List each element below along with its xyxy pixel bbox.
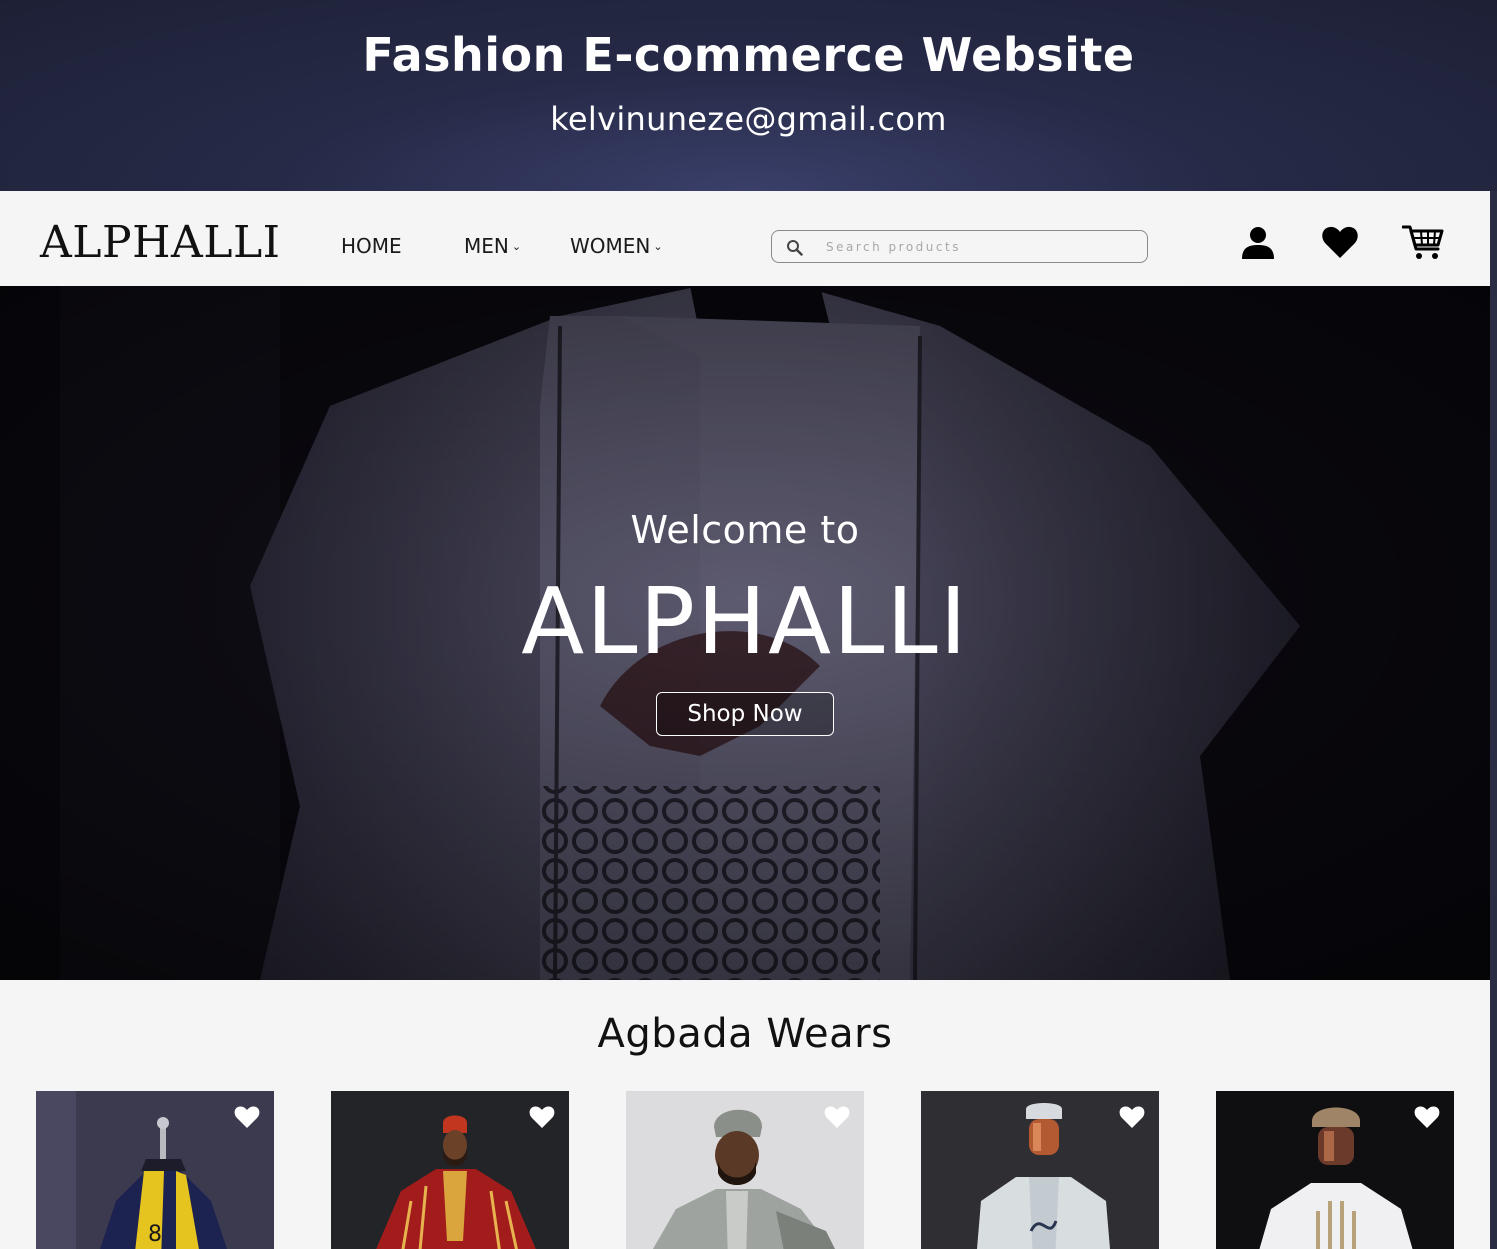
product-card[interactable] — [331, 1091, 569, 1249]
search-input[interactable] — [826, 235, 1126, 259]
hero-welcome-text: Welcome to — [630, 508, 860, 552]
nav-link-women[interactable]: WOMEN ⌄ — [570, 234, 663, 258]
chevron-down-icon: ⌄ — [653, 240, 663, 253]
chevron-down-icon: ⌄ — [511, 240, 522, 253]
banner-email: kelvinuneze@gmail.com — [550, 100, 947, 138]
nav-link-label: MEN — [464, 234, 509, 258]
banner-title: Fashion E-commerce Website — [362, 28, 1135, 82]
navbar: ALPHALLI HOME MEN ⌄ WOMEN ⌄ — [0, 191, 1490, 286]
presentation-banner: Fashion E-commerce Website kelvinuneze@g… — [0, 0, 1497, 191]
nav-link-label: WOMEN — [570, 234, 651, 258]
svg-text:8: 8 — [148, 1222, 162, 1247]
website-frame: ALPHALLI HOME MEN ⌄ WOMEN ⌄ Search produ… — [0, 191, 1490, 1249]
heart-icon[interactable] — [234, 1105, 260, 1129]
product-card[interactable] — [1216, 1091, 1454, 1249]
hero-section: Welcome to ALPHALLI Shop Now — [0, 286, 1490, 980]
product-card[interactable] — [921, 1091, 1159, 1249]
hero-brand-title: ALPHALLI — [521, 568, 969, 675]
search-bar[interactable] — [771, 230, 1148, 263]
nav-link-men[interactable]: MEN ⌄ — [464, 234, 521, 258]
heart-icon[interactable] — [1321, 225, 1359, 259]
product-card[interactable]: 8 — [36, 1091, 274, 1249]
heart-icon[interactable] — [824, 1105, 850, 1129]
section-title: Agbada Wears — [597, 1011, 893, 1057]
product-card[interactable] — [626, 1091, 864, 1249]
heart-icon[interactable] — [529, 1105, 555, 1129]
shop-now-button[interactable]: Shop Now — [656, 692, 834, 736]
heart-icon[interactable] — [1414, 1105, 1440, 1129]
cart-icon[interactable] — [1402, 223, 1444, 261]
window-edge — [1490, 191, 1497, 1249]
user-icon[interactable] — [1240, 225, 1276, 261]
heart-icon[interactable] — [1119, 1105, 1145, 1129]
site-logo[interactable]: ALPHALLI — [40, 217, 281, 268]
nav-link-label: HOME — [341, 234, 402, 258]
search-icon — [787, 240, 803, 256]
nav-link-home[interactable]: HOME — [341, 234, 402, 258]
